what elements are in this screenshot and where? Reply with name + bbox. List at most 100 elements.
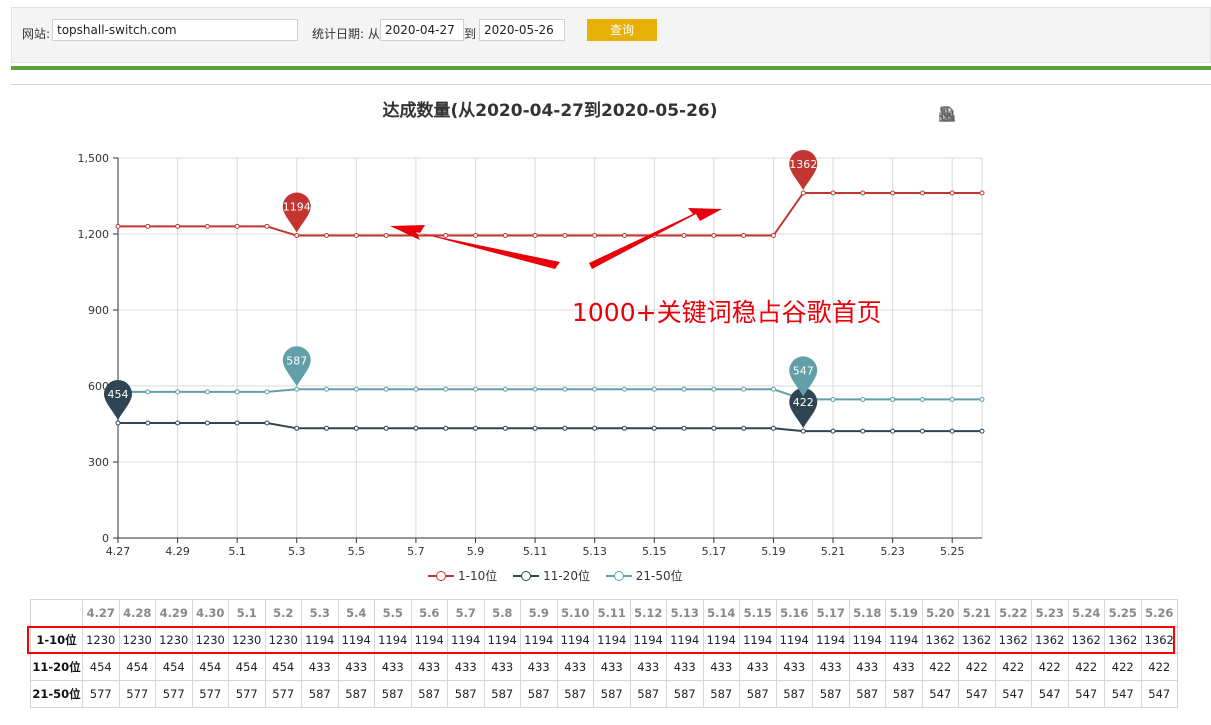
x-tick-label: 5.11 [523, 545, 548, 558]
table-header-cell: 5.22 [994, 599, 1032, 627]
pin-marker-label: 587 [286, 354, 307, 367]
table-cell: 433 [410, 653, 448, 681]
legend-item-11-20[interactable]: 11-20位 [513, 567, 590, 584]
table-cell: 422 [1031, 653, 1069, 681]
table-cell: 587 [593, 680, 631, 708]
table-cell: 1194 [520, 626, 558, 654]
data-point [770, 425, 776, 431]
table-cell: 1194 [410, 626, 448, 654]
data-point [234, 223, 240, 229]
table-header-cell: 5.21 [958, 599, 996, 627]
table-cell: 587 [739, 680, 777, 708]
table-cell: 547 [921, 680, 959, 708]
x-tick-label: 5.13 [582, 545, 607, 558]
table-cell: 1194 [848, 626, 886, 654]
table-header-cell: 4.29 [155, 599, 193, 627]
table-cell: 577 [82, 680, 120, 708]
table-cell: 454 [191, 653, 229, 681]
table-header-cell: 5.3 [301, 599, 339, 627]
table-cell: 433 [702, 653, 740, 681]
annotation-text: 1000+关键词稳占谷歌首页 [572, 298, 882, 327]
data-point [592, 425, 598, 431]
table-cell: 577 [228, 680, 266, 708]
table-cell: 547 [1140, 680, 1178, 708]
data-point [115, 420, 121, 426]
x-tick-label: 5.21 [821, 545, 846, 558]
table-header-cell: 5.9 [520, 599, 558, 627]
table-row-label: 1-10位 [30, 626, 83, 654]
data-point [204, 420, 210, 426]
x-tick-label: 5.25 [940, 545, 965, 558]
data-point [711, 425, 717, 431]
table-cell: 1194 [702, 626, 740, 654]
table-header-cell: 5.6 [410, 599, 448, 627]
table-cell: 1362 [1067, 626, 1105, 654]
data-point [294, 233, 300, 239]
table-row-label: 11-20位 [30, 653, 83, 681]
table-cell: 433 [556, 653, 594, 681]
legend-item-1-10[interactable]: 1-10位 [428, 567, 497, 584]
table-header-cell: 5.24 [1067, 599, 1105, 627]
data-point [175, 389, 181, 395]
table-cell: 433 [848, 653, 886, 681]
table-header-cell: 5.17 [812, 599, 850, 627]
data-point [413, 425, 419, 431]
data-point [621, 233, 627, 239]
data-point [741, 386, 747, 392]
chart-legend: 1-10位 11-20位 21-50位 [428, 567, 695, 585]
data-point [800, 190, 806, 196]
table-cell: 433 [447, 653, 485, 681]
series-line-1 [118, 421, 982, 433]
table-cell: 454 [155, 653, 193, 681]
table-header-cell: 5.12 [629, 599, 667, 627]
data-point [383, 386, 389, 392]
table-header-cell: 5.20 [921, 599, 959, 627]
data-point [890, 190, 896, 196]
series-line-0 [118, 191, 982, 237]
legend-item-21-50[interactable]: 21-50位 [605, 567, 683, 584]
data-point [800, 428, 806, 434]
table-row: 11-20位 454 454 454 454 454 454 433 433 433 433 433 4… [30, 653, 1178, 681]
x-tick-label: 5.19 [761, 545, 786, 558]
data-point [621, 386, 627, 392]
table-header-cell: 5.11 [593, 599, 631, 627]
table-header-cell: 5.13 [666, 599, 704, 627]
table-header-cell: 5.1 [228, 599, 266, 627]
data-point [860, 428, 866, 434]
table-cell: 587 [374, 680, 412, 708]
data-point [324, 233, 330, 239]
table-header-cell: 4.27 [82, 599, 120, 627]
table-header-cell: 5.5 [374, 599, 412, 627]
data-point [383, 233, 389, 239]
table-cell: 1362 [1140, 626, 1178, 654]
table-cell: 454 [228, 653, 266, 681]
data-point [473, 386, 479, 392]
table-cell: 587 [885, 680, 923, 708]
table-header-cell: 4.30 [191, 599, 229, 627]
x-tick-label: 5.7 [407, 545, 425, 558]
table-cell: 1194 [483, 626, 521, 654]
data-point [175, 223, 181, 229]
data-point [443, 233, 449, 239]
table-cell: 433 [337, 653, 375, 681]
table-cell: 547 [958, 680, 996, 708]
table-cell: 1230 [118, 626, 156, 654]
data-point [115, 223, 121, 229]
data-point [621, 425, 627, 431]
table-header-cell: 5.23 [1031, 599, 1069, 627]
table-cell: 577 [191, 680, 229, 708]
table-cell: 433 [520, 653, 558, 681]
table-header-cell: 5.10 [556, 599, 594, 627]
table-cell: 422 [958, 653, 996, 681]
y-tick-label: 300 [88, 456, 109, 469]
table-cell: 577 [264, 680, 302, 708]
table-cell: 433 [301, 653, 339, 681]
data-point [890, 396, 896, 402]
table-header-cell: 5.8 [483, 599, 521, 627]
data-point [234, 389, 240, 395]
data-point [681, 233, 687, 239]
data-point [532, 386, 538, 392]
table-row-label: 21-50位 [30, 680, 83, 708]
y-tick-label: 1,200 [78, 228, 110, 241]
data-point [949, 396, 955, 402]
